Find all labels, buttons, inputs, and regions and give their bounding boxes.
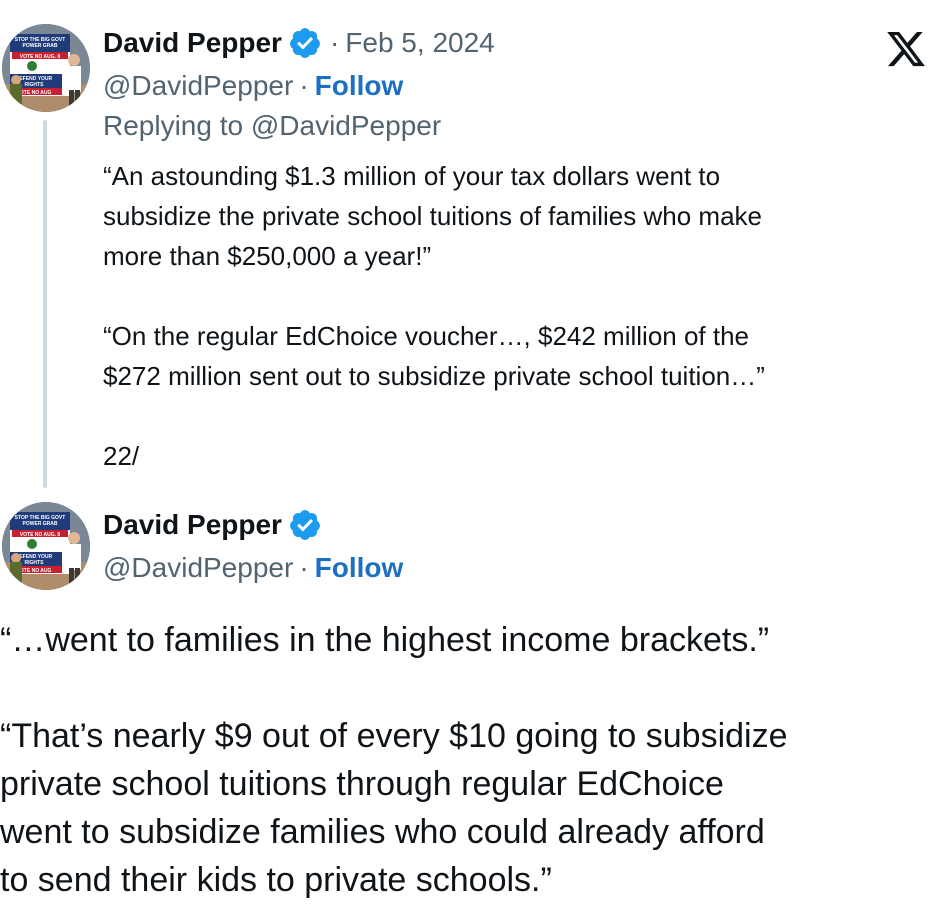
tweet-text-spacer — [103, 276, 923, 316]
separator-dot: · — [299, 552, 309, 583]
avatar-sign-line: RIGHTS — [25, 560, 45, 566]
display-name[interactable]: David Pepper — [103, 509, 282, 541]
display-name[interactable]: David Pepper — [103, 27, 282, 59]
avatar-sign-line: VOTE NO AUG. 8 — [20, 54, 61, 60]
separator-dot: · — [329, 27, 340, 58]
main-tweet-handle-row: @DavidPepper · Follow — [103, 552, 403, 584]
avatar[interactable]: STOP THE BIG GOVT POWER GRAB VOTE NO AUG… — [2, 24, 90, 112]
tweet-text-line: “That’s nearly $9 out of every $10 going… — [0, 717, 788, 755]
tweet-text-spacer — [0, 664, 940, 712]
user-handle[interactable]: @DavidPepper — [103, 552, 293, 584]
verified-badge-icon — [288, 508, 322, 542]
tweet-text-spacer — [103, 396, 923, 436]
tweet-text-line: “…went to families in the highest income… — [0, 621, 770, 659]
tweet-text-line: $272 million sent out to subsidize priva… — [103, 361, 765, 391]
user-handle[interactable]: @DavidPepper — [103, 70, 293, 102]
avatar-sign-line: VOTE NO AUG. 8 — [20, 532, 61, 538]
reply-tweet-body: “An astounding $1.3 million of your tax … — [103, 156, 923, 476]
x-logo-icon[interactable] — [884, 28, 928, 70]
verified-badge-icon — [288, 26, 322, 60]
tweet-thread-counter: 22/ — [103, 441, 140, 471]
tweet-text-line: “On the regular EdChoice voucher…, $242 … — [103, 321, 750, 351]
separator-dot: · — [299, 70, 309, 101]
avatar-sign-line: RIGHTS — [25, 82, 45, 88]
reply-tweet-handle-row: @DavidPepper · Follow — [103, 70, 403, 102]
avatar-sign-line: POWER GRAB — [23, 521, 58, 527]
tweet-text-line: more than $250,000 a year!” — [103, 241, 432, 271]
tweet-text-line: “An astounding $1.3 million of your tax … — [103, 161, 721, 191]
avatar[interactable]: STOP THE BIG GOVT POWER GRAB VOTE NO AUG… — [2, 502, 90, 590]
follow-button[interactable]: Follow — [315, 70, 404, 102]
avatar-sign-line: POWER GRAB — [23, 43, 58, 49]
main-tweet-header: David Pepper — [103, 508, 322, 542]
tweet-text-line: went to subsidize families who could alr… — [0, 813, 765, 851]
replying-to-label[interactable]: Replying to @DavidPepper — [103, 110, 441, 142]
tweet-text-line: private school tuitions through regular … — [0, 765, 724, 803]
main-tweet-body: “…went to families in the highest income… — [0, 616, 940, 904]
tweet-date[interactable]: Feb 5, 2024 — [345, 27, 494, 59]
reply-tweet-header: David Pepper · Feb 5, 2024 — [103, 26, 495, 60]
tweet-text-line: subsidize the private school tuitions of… — [103, 201, 762, 231]
tweet-text-line: to send their kids to private schools.” — [0, 861, 552, 899]
follow-button[interactable]: Follow — [315, 552, 404, 584]
thread-connector-line — [43, 120, 47, 488]
